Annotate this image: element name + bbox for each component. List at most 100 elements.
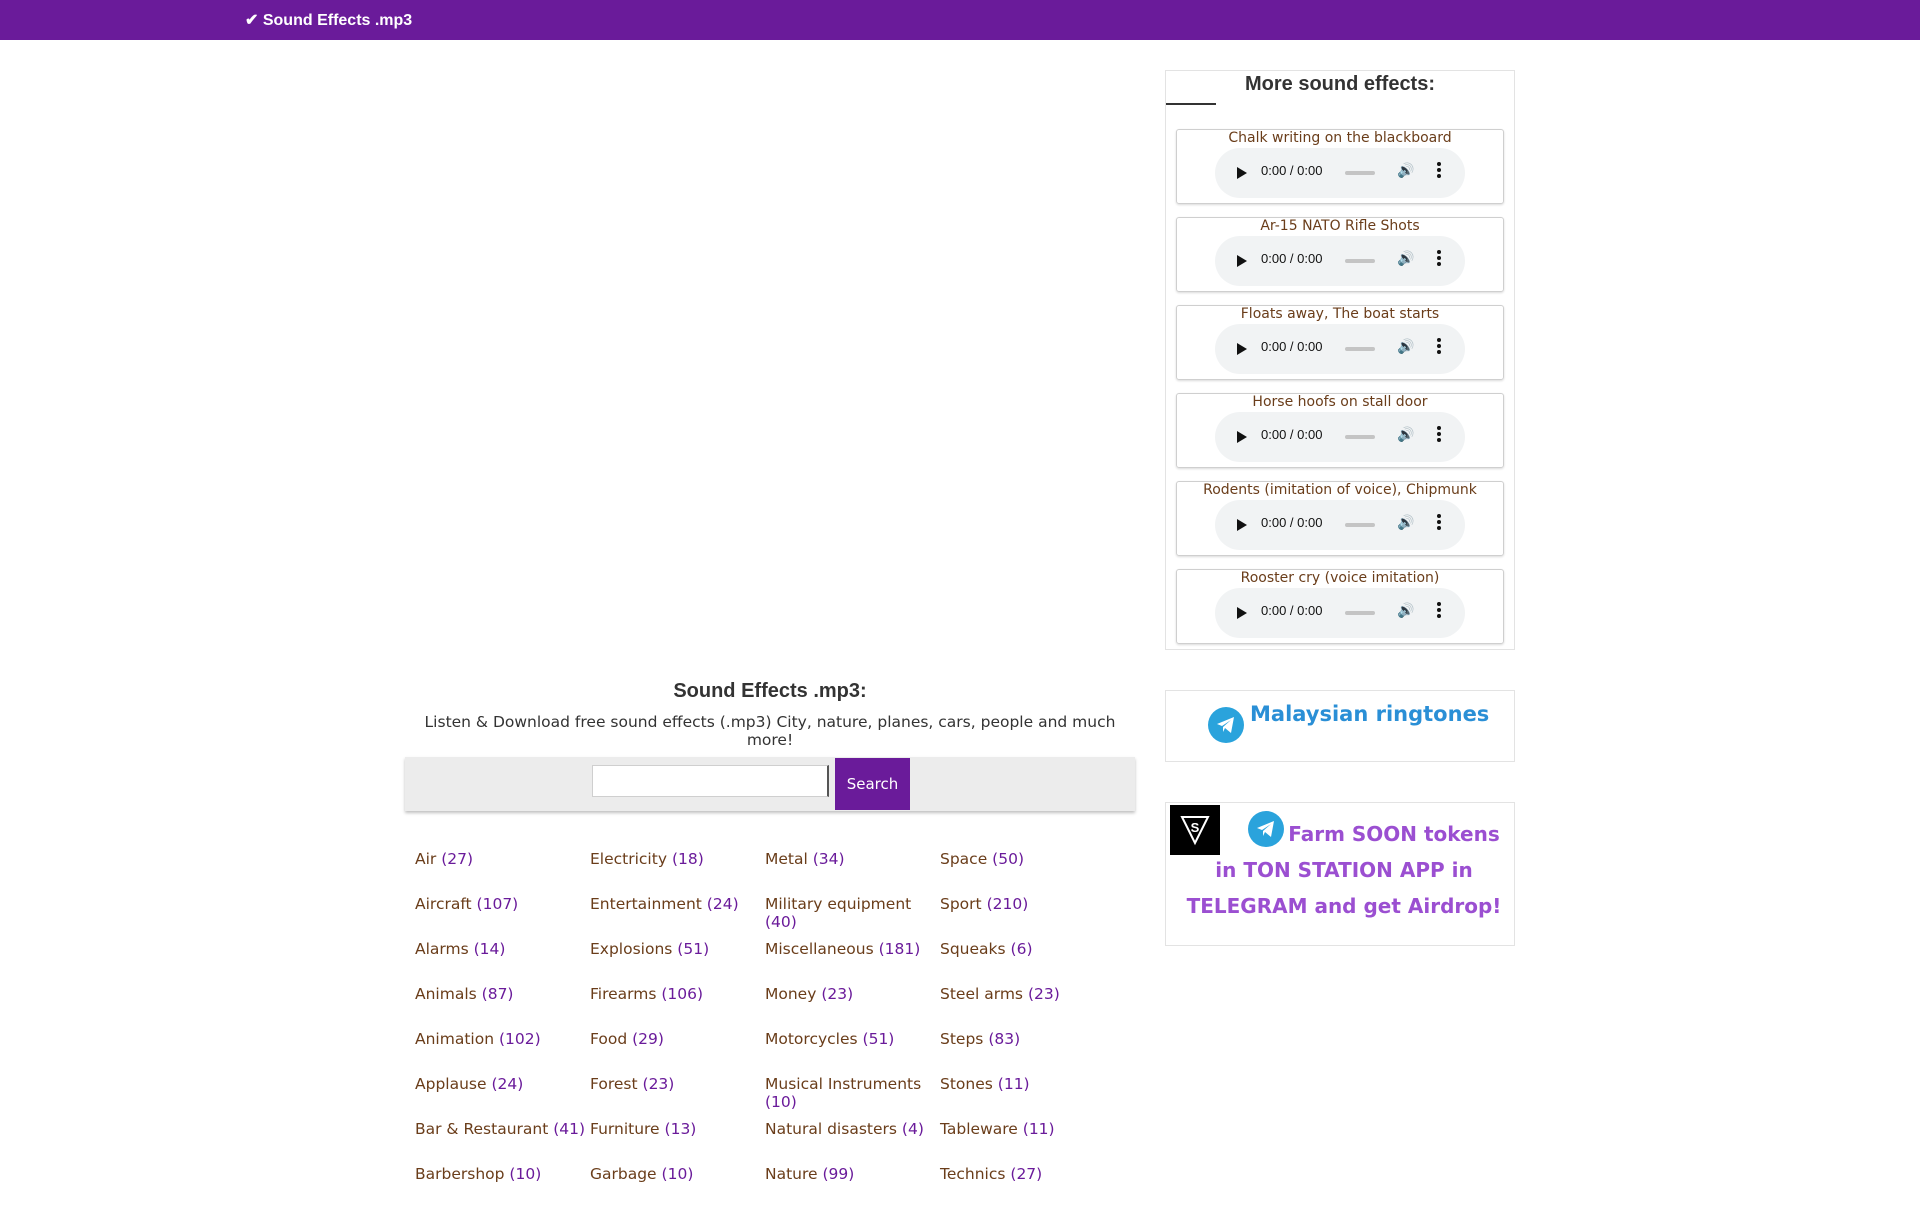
seek-slider[interactable] bbox=[1345, 523, 1375, 527]
category-name: Electricity bbox=[590, 850, 667, 868]
more-options-icon[interactable] bbox=[1437, 250, 1441, 270]
audio-player[interactable]: 0:00 / 0:00 🔊 bbox=[1215, 324, 1465, 374]
promo-link[interactable]: Farm SOON tokens in TON STATION APP in T… bbox=[1176, 811, 1512, 924]
category-link[interactable]: Forest (23) bbox=[590, 1075, 765, 1120]
category-link[interactable]: Steel arms (23) bbox=[940, 985, 1115, 1030]
play-icon[interactable] bbox=[1237, 431, 1247, 443]
seek-slider[interactable] bbox=[1345, 435, 1375, 439]
category-link[interactable]: Natural disasters (4) bbox=[765, 1120, 940, 1165]
seek-slider[interactable] bbox=[1345, 347, 1375, 351]
category-link[interactable]: Metal (34) bbox=[765, 850, 940, 895]
category-link[interactable]: Applause (24) bbox=[415, 1075, 590, 1120]
category-link[interactable]: Firearms (106) bbox=[590, 985, 765, 1030]
category-link[interactable]: Furniture (13) bbox=[590, 1120, 765, 1165]
category-link[interactable]: Stones (11) bbox=[940, 1075, 1115, 1120]
audio-player[interactable]: 0:00 / 0:00 🔊 bbox=[1215, 500, 1465, 550]
audio-player[interactable]: 0:00 / 0:00 🔊 bbox=[1215, 412, 1465, 462]
category-name: Steps bbox=[940, 1030, 984, 1048]
category-link[interactable]: Aircraft (107) bbox=[415, 895, 590, 940]
play-icon[interactable] bbox=[1237, 255, 1247, 267]
category-link[interactable]: Technics (27) bbox=[940, 1165, 1115, 1210]
category-count: (102) bbox=[498, 1030, 541, 1048]
track-title[interactable]: Rooster cry (voice imitation) bbox=[1177, 570, 1503, 586]
play-icon[interactable] bbox=[1237, 343, 1247, 355]
telegram-icon bbox=[1248, 811, 1285, 847]
category-link[interactable]: Tableware (11) bbox=[940, 1120, 1115, 1165]
category-name: Furniture bbox=[590, 1120, 660, 1138]
category-link[interactable]: Garbage (10) bbox=[590, 1165, 765, 1210]
category-link[interactable]: Motorcycles (51) bbox=[765, 1030, 940, 1075]
seek-slider[interactable] bbox=[1345, 611, 1375, 615]
track-title[interactable]: Horse hoofs on stall door bbox=[1177, 394, 1503, 410]
more-options-icon[interactable] bbox=[1437, 602, 1441, 622]
malaysian-ringtones-link[interactable]: Malaysian ringtones bbox=[1250, 702, 1489, 726]
track-title[interactable]: Floats away, The boat starts bbox=[1177, 306, 1503, 322]
category-link[interactable]: Food (29) bbox=[590, 1030, 765, 1075]
volume-icon[interactable]: 🔊 bbox=[1397, 163, 1414, 179]
category-link[interactable]: Space (50) bbox=[940, 850, 1115, 895]
audio-player[interactable]: 0:00 / 0:00 🔊 bbox=[1215, 148, 1465, 198]
category-name: Entertainment bbox=[590, 895, 702, 913]
category-link[interactable]: Barbershop (10) bbox=[415, 1165, 590, 1210]
category-link[interactable]: Air (27) bbox=[415, 850, 590, 895]
play-icon[interactable] bbox=[1237, 607, 1247, 619]
volume-icon[interactable]: 🔊 bbox=[1397, 603, 1414, 619]
category-link[interactable]: Sport (210) bbox=[940, 895, 1115, 940]
audio-player[interactable]: 0:00 / 0:00 🔊 bbox=[1215, 236, 1465, 286]
search-button[interactable]: Search bbox=[835, 758, 910, 810]
category-name: Barbershop bbox=[415, 1165, 505, 1183]
seek-slider[interactable] bbox=[1345, 171, 1375, 175]
category-link[interactable]: Entertainment (24) bbox=[590, 895, 765, 940]
brand-link[interactable]: ✔ Sound Effects .mp3 bbox=[245, 0, 412, 40]
track-title[interactable]: Ar-15 NATO Rifle Shots bbox=[1177, 218, 1503, 234]
category-count: (41) bbox=[553, 1120, 586, 1138]
sound-track-card: Chalk writing on the blackboard 0:00 / 0:… bbox=[1176, 129, 1504, 204]
page-title: Sound Effects .mp3: bbox=[673, 680, 867, 702]
category-name: Bar & Restaurant bbox=[415, 1120, 549, 1138]
category-link[interactable]: Electricity (18) bbox=[590, 850, 765, 895]
time-readout: 0:00 / 0:00 bbox=[1261, 515, 1323, 530]
volume-icon[interactable]: 🔊 bbox=[1397, 427, 1414, 443]
track-title[interactable]: Rodents (imitation of voice), Chipmunk bbox=[1177, 482, 1503, 498]
category-link[interactable]: Squeaks (6) bbox=[940, 940, 1115, 985]
category-count: (106) bbox=[661, 985, 704, 1003]
sound-track-card: Floats away, The boat starts 0:00 / 0:00 🔊 bbox=[1176, 305, 1504, 380]
more-options-icon[interactable] bbox=[1437, 338, 1441, 358]
audio-player[interactable]: 0:00 / 0:00 🔊 bbox=[1215, 588, 1465, 638]
category-link[interactable]: Alarms (14) bbox=[415, 940, 590, 985]
category-count: (6) bbox=[1010, 940, 1033, 958]
category-name: Food bbox=[590, 1030, 628, 1048]
category-count: (29) bbox=[632, 1030, 664, 1048]
time-readout: 0:00 / 0:00 bbox=[1261, 251, 1323, 266]
category-count: (181) bbox=[878, 940, 921, 958]
category-link[interactable]: Explosions (51) bbox=[590, 940, 765, 985]
category-link[interactable]: Money (23) bbox=[765, 985, 940, 1030]
more-options-icon[interactable] bbox=[1437, 426, 1441, 446]
category-count: (10) bbox=[765, 1093, 797, 1111]
category-count: (210) bbox=[986, 895, 1029, 913]
category-link[interactable]: Miscellaneous (181) bbox=[765, 940, 940, 985]
volume-icon[interactable]: 🔊 bbox=[1397, 515, 1414, 531]
category-name: Alarms bbox=[415, 940, 469, 958]
search-input[interactable] bbox=[592, 765, 829, 797]
category-link[interactable]: Animation (102) bbox=[415, 1030, 590, 1075]
track-title[interactable]: Chalk writing on the blackboard bbox=[1177, 130, 1503, 146]
category-link[interactable]: Musical Instruments (10) bbox=[765, 1075, 940, 1120]
play-icon[interactable] bbox=[1237, 167, 1247, 179]
title-underline bbox=[1166, 103, 1216, 105]
category-link[interactable]: Nature (99) bbox=[765, 1165, 940, 1210]
seek-slider[interactable] bbox=[1345, 259, 1375, 263]
play-icon[interactable] bbox=[1237, 519, 1247, 531]
category-link[interactable]: Animals (87) bbox=[415, 985, 590, 1030]
category-name: Space bbox=[940, 850, 988, 868]
category-link[interactable]: Military equipment (40) bbox=[765, 895, 940, 940]
volume-icon[interactable]: 🔊 bbox=[1397, 339, 1414, 355]
more-options-icon[interactable] bbox=[1437, 514, 1441, 534]
volume-icon[interactable]: 🔊 bbox=[1397, 251, 1414, 267]
category-grid: Air (27) Electricity (18) Metal (34) Space … bbox=[415, 850, 1135, 1210]
category-count: (27) bbox=[1010, 1165, 1043, 1183]
category-link[interactable]: Steps (83) bbox=[940, 1030, 1115, 1075]
more-options-icon[interactable] bbox=[1437, 162, 1441, 182]
category-name: Applause bbox=[415, 1075, 487, 1093]
category-link[interactable]: Bar & Restaurant (41) bbox=[415, 1120, 590, 1165]
